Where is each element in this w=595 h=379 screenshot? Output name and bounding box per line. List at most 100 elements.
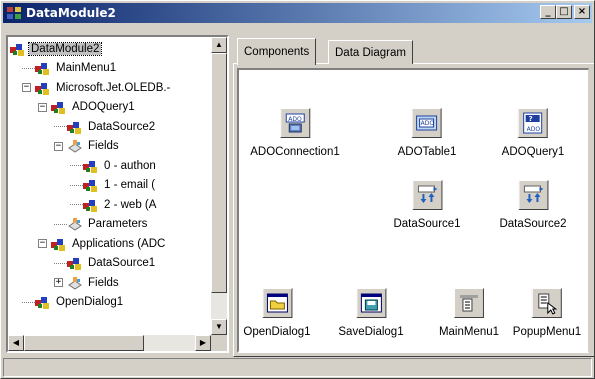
components-canvas[interactable]: ADO ADOConnection1 ADO ADOTable1? ADO ADOQuer… xyxy=(237,68,589,353)
main-menu-icon xyxy=(454,288,484,318)
component-label: SaveDialog1 xyxy=(338,326,404,338)
tree-item-label: 1 - email ( xyxy=(104,179,156,191)
tree-item[interactable]: DataModule2 xyxy=(10,39,103,58)
collapse-icon[interactable]: − xyxy=(38,102,47,112)
ado-table1-component[interactable]: ADO ADOTable1 xyxy=(397,108,457,158)
component-icon xyxy=(67,255,83,271)
scroll-up-button[interactable]: ▲ xyxy=(211,37,227,53)
tree-item[interactable]: Parameters xyxy=(54,215,149,234)
fields-icon xyxy=(67,275,83,291)
tree-item-label: Fields xyxy=(88,140,119,152)
open-dialog-icon xyxy=(261,288,292,318)
tree-item[interactable]: − Applications (ADC xyxy=(38,234,167,253)
component-icon xyxy=(35,60,51,76)
maximize-button[interactable]: □ xyxy=(556,5,572,19)
datamodule-icon xyxy=(7,7,21,19)
tree-connector xyxy=(22,301,35,303)
component-icon xyxy=(83,197,99,213)
scroll-left-button[interactable]: ◀ xyxy=(8,335,24,351)
component-label: DataSource1 xyxy=(393,218,461,230)
minimize-button[interactable]: _ xyxy=(540,5,556,19)
close-button[interactable]: × xyxy=(574,5,590,19)
popup-menu1-component[interactable]: PopupMenu1 xyxy=(513,288,581,338)
tree-item-label: Parameters xyxy=(88,218,148,230)
tree-connector xyxy=(22,67,35,69)
tree-vertical-scrollbar[interactable]: ▲ ▼ xyxy=(211,37,227,335)
svg-text:?: ? xyxy=(529,115,533,123)
tree-connector xyxy=(70,184,83,186)
component-label: MainMenu1 xyxy=(438,326,500,338)
tree-connector xyxy=(70,204,83,205)
tree-connector xyxy=(54,126,67,127)
tree-item[interactable]: OpenDialog1 xyxy=(22,293,125,312)
tab-components-label: Components xyxy=(244,46,310,58)
tree-item-label: ADOQuery1 xyxy=(72,101,135,113)
tree-connector xyxy=(54,223,67,225)
tab-data-diagram[interactable]: Data Diagram xyxy=(328,40,413,64)
status-bar xyxy=(3,358,592,377)
collapse-icon[interactable]: − xyxy=(22,83,31,92)
tree-item-label: DataSource2 xyxy=(88,120,156,133)
tree-item[interactable]: 0 - authon xyxy=(70,156,158,175)
tree-item-label: DataSource1 xyxy=(88,257,156,269)
component-label: PopupMenu1 xyxy=(512,326,582,338)
tree-connector xyxy=(70,165,83,166)
tree-horizontal-scrollbar[interactable]: ◀ ▶ xyxy=(8,335,211,351)
expand-icon[interactable]: + xyxy=(54,278,63,287)
tree-item[interactable]: − ADOQuery1 xyxy=(38,98,137,117)
ado-table-icon: ADO xyxy=(412,108,442,138)
datasource1-component[interactable]: DataSource1 xyxy=(393,180,461,230)
datasource2-component[interactable]: DataSource2 xyxy=(499,180,567,230)
datamodule-window: DataModule2 _ □ × ▲ ▼ ◀ ▶ DataModule2 Mai… xyxy=(0,0,595,379)
fields-icon xyxy=(67,138,83,154)
component-icon xyxy=(51,236,67,252)
main-menu1-component[interactable]: MainMenu1 xyxy=(439,288,499,338)
tree-connector xyxy=(54,262,67,264)
tree-item-label: 2 - web (A xyxy=(104,198,157,211)
component-label: ADOTable1 xyxy=(397,146,457,158)
ado-connection1-component[interactable]: ADO ADOConnection1 xyxy=(250,108,340,158)
tree-item-label: Applications (ADC xyxy=(72,237,166,250)
datasource-icon xyxy=(518,180,548,210)
tree-item[interactable]: + Fields xyxy=(54,273,121,292)
tree-item[interactable]: DataSource1 xyxy=(54,254,157,273)
scroll-right-button[interactable]: ▶ xyxy=(195,335,211,351)
tree-item[interactable]: DataSource2 xyxy=(54,117,157,136)
popup-menu-icon xyxy=(531,288,562,318)
scroll-corner xyxy=(211,335,227,351)
tree-item[interactable]: − Microsoft.Jet.OLEDB.- xyxy=(22,78,172,97)
component-icon xyxy=(67,119,83,135)
fields-icon xyxy=(67,216,83,232)
object-tree-view[interactable]: ▲ ▼ ◀ ▶ DataModule2 MainMenu1− Microsoft.J… xyxy=(6,35,229,353)
ado-connection-icon: ADO xyxy=(280,108,310,138)
component-label: OpenDialog1 xyxy=(243,326,311,338)
tree-item[interactable]: 1 - email ( xyxy=(70,176,157,195)
tree-item-label: DataModule2 xyxy=(27,41,103,56)
tree-item-label: Fields xyxy=(88,276,119,289)
svg-text:ADO: ADO xyxy=(527,126,541,133)
component-icon xyxy=(51,99,67,115)
scroll-down-button[interactable]: ▼ xyxy=(211,319,227,335)
datasource-icon xyxy=(412,180,442,210)
tree-item[interactable]: MainMenu1 xyxy=(22,59,118,78)
hscroll-thumb[interactable] xyxy=(24,335,144,351)
component-icon xyxy=(83,158,99,174)
component-label: ADOQuery1 xyxy=(501,146,565,158)
open-dialog1-component[interactable]: OpenDialog1 xyxy=(243,288,311,338)
tree-item-label: Microsoft.Jet.OLEDB.- xyxy=(56,81,171,94)
tree-item-label: MainMenu1 xyxy=(56,62,117,74)
svg-text:ADO: ADO xyxy=(288,116,302,123)
collapse-icon[interactable]: − xyxy=(54,141,63,151)
tree-item[interactable]: 2 - web (A xyxy=(70,195,158,214)
tab-components[interactable]: Components xyxy=(237,38,317,65)
component-icon xyxy=(10,41,26,57)
save-dialog1-component[interactable]: SaveDialog1 xyxy=(338,288,404,338)
collapse-icon[interactable]: − xyxy=(38,239,47,248)
scroll-thumb[interactable] xyxy=(211,53,227,293)
ado-query1-component[interactable]: ? ADO ADOQuery1 xyxy=(501,108,565,158)
title-bar[interactable]: DataModule2 _ □ × xyxy=(3,3,592,23)
tree-item-label: OpenDialog1 xyxy=(56,296,124,308)
tree-item[interactable]: − Fields xyxy=(54,137,121,156)
component-icon xyxy=(35,80,51,96)
component-label: DataSource2 xyxy=(499,218,567,230)
